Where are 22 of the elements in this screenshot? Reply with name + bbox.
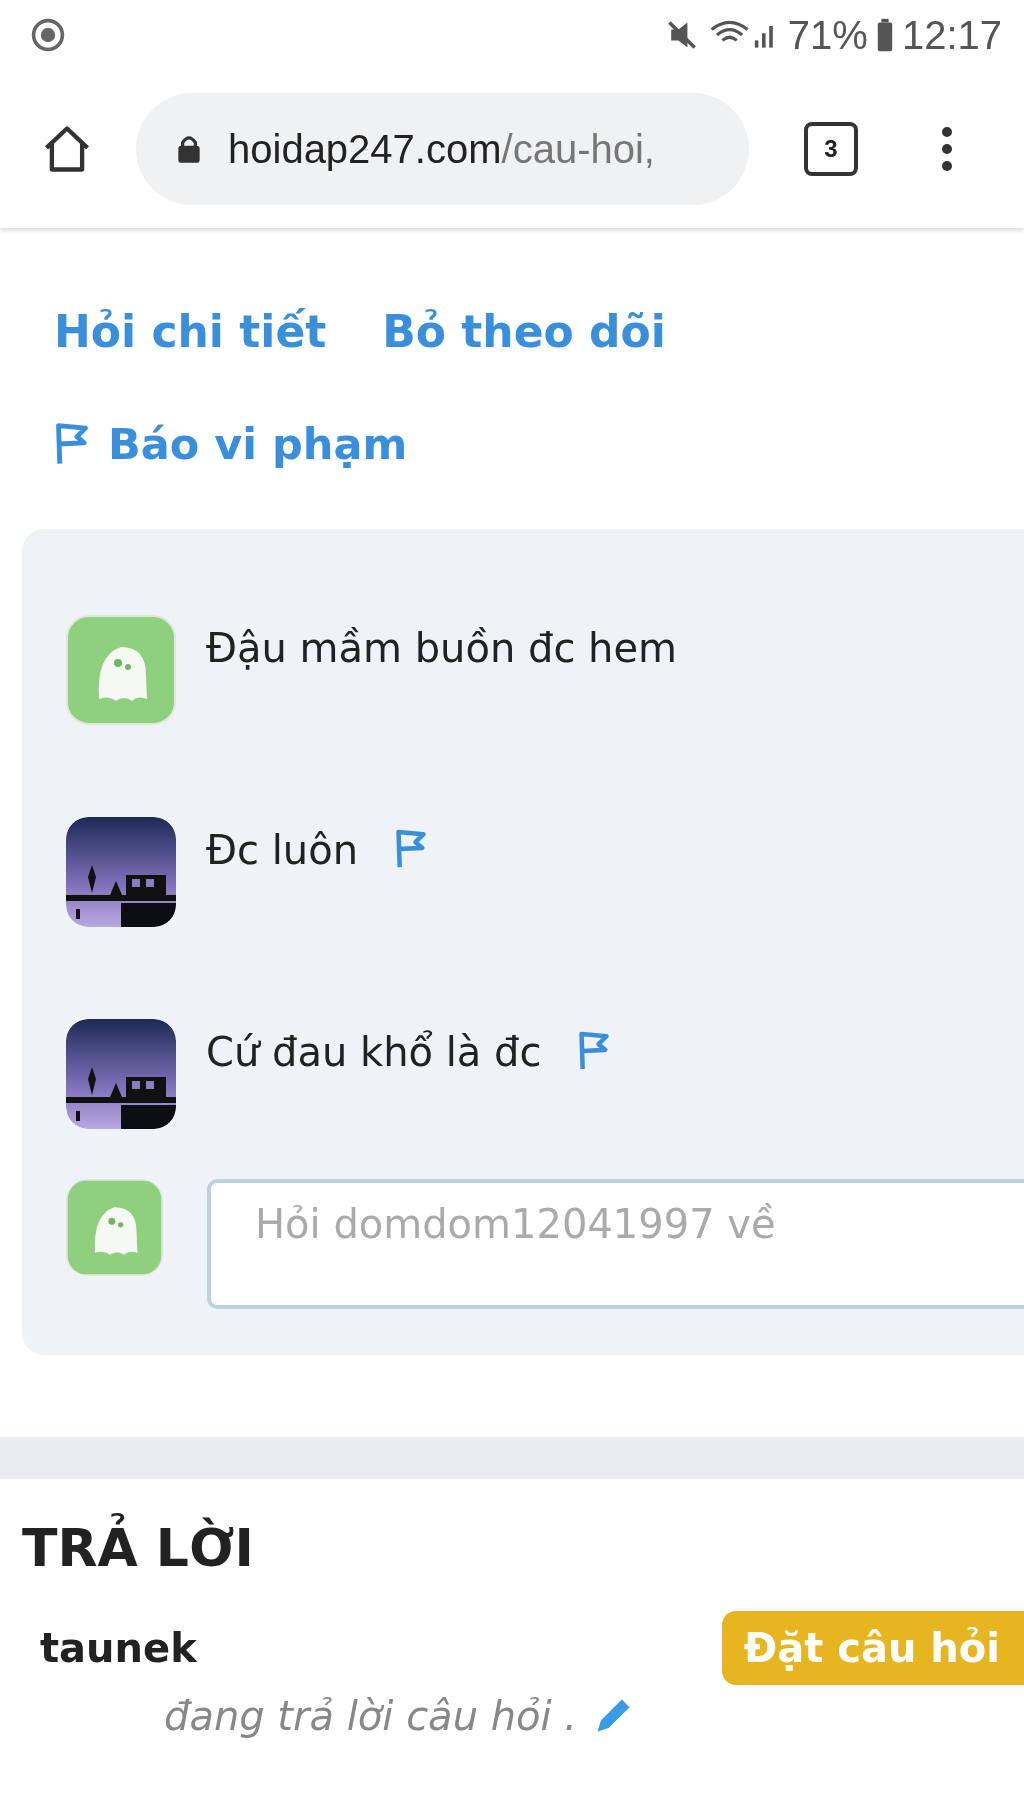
address-bar[interactable]: hoidap247.com/cau-hoi, <box>136 93 749 205</box>
menu-icon[interactable] <box>940 124 954 174</box>
comment-text: Đc luôn <box>206 827 358 873</box>
ghost-avatar-icon <box>66 1179 163 1276</box>
ghost-avatar-icon <box>66 615 176 725</box>
clock-time: 12:17 <box>901 12 1002 58</box>
comment-text: Đậu mầm buồn đc hem <box>206 625 678 671</box>
report-link[interactable]: Báo vi phạm <box>108 419 408 469</box>
answering-status: đang trả lời câu hỏi . <box>164 1692 578 1739</box>
action-link[interactable]: Bỏ theo dõi <box>382 306 666 357</box>
lock-icon <box>176 133 202 165</box>
action-link[interactable]: Hỏi chi tiết <box>54 306 327 357</box>
section-title: TRẢ LỜI <box>22 1515 1024 1583</box>
comment-input-field[interactable]: Hỏi domdom12041997 về <box>207 1179 1024 1309</box>
battery-percentage: 71% <box>787 12 868 58</box>
comment-text: Cứ đau khổ là đc <box>206 1029 542 1075</box>
battery-icon <box>875 17 894 53</box>
ask-question-button[interactable]: Đặt câu hỏi <box>721 1610 1024 1685</box>
user-name: taunek <box>40 1624 197 1671</box>
app-notification-icon <box>30 17 66 53</box>
tab-count-button[interactable]: 3 <box>804 122 858 176</box>
url-text: hoidap247.com/cau-hoi, <box>228 126 655 172</box>
